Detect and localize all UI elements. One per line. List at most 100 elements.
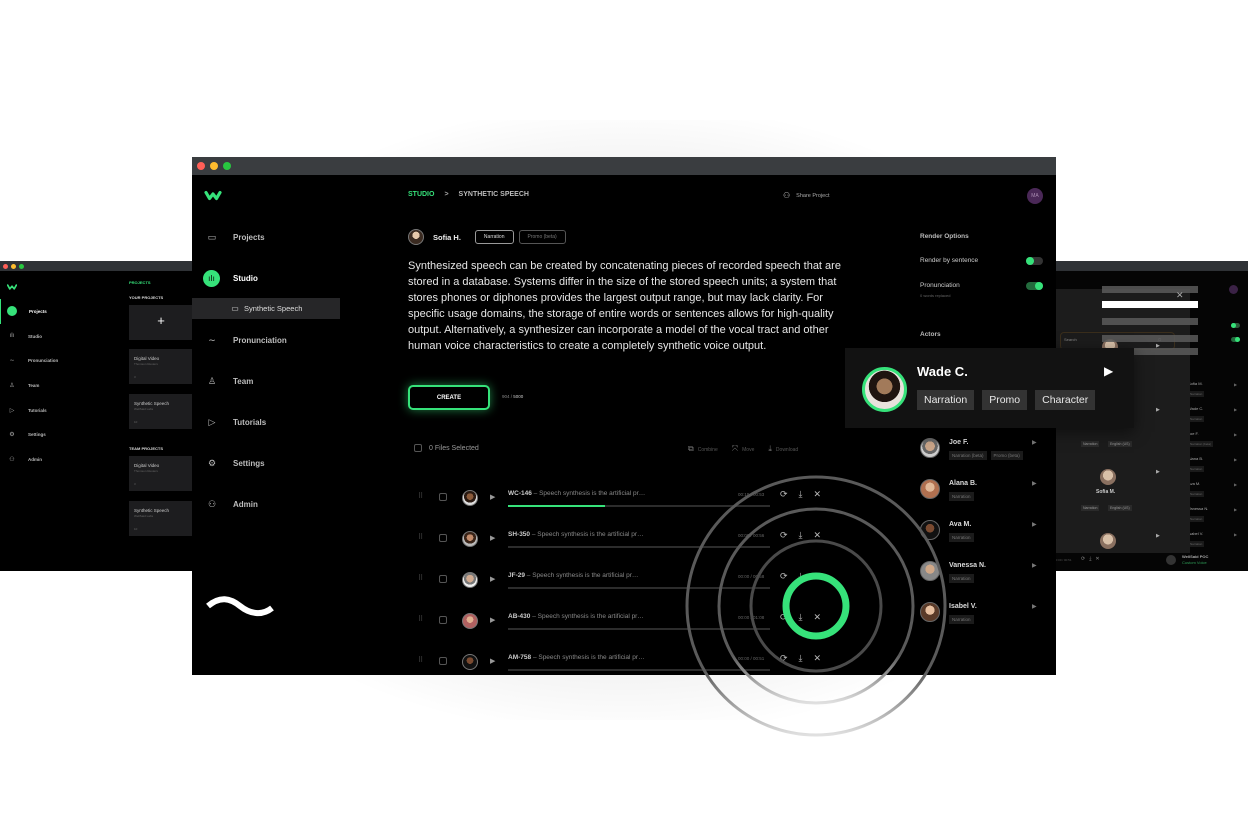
actor-row[interactable]: Vanessa N. ▶ Narration [920, 561, 1050, 601]
move-button[interactable]: ⤧ Move [732, 444, 755, 454]
download-icon[interactable]: ⤓ [799, 530, 803, 541]
download-icon[interactable]: ⤓ [799, 653, 803, 664]
tag-promo[interactable]: Promo [982, 390, 1028, 410]
delete-icon[interactable]: ✕ [814, 653, 822, 664]
sidebar-item-tutorials[interactable]: ▷ Tutorials [192, 402, 340, 443]
featured-actor-card[interactable]: Wade C. ▶ Narration Promo Character [845, 348, 1134, 428]
actor-row[interactable]: Joe F. ▶ Narration (beta) Promo (beta) [920, 438, 1050, 478]
track-checkbox[interactable] [439, 493, 447, 501]
play-icon[interactable]: ▶ [1032, 439, 1037, 446]
project-card[interactable]: Digital Video Thomson Reuters 3 [129, 349, 193, 384]
sidebar-item-pronunciation[interactable]: ∼ Pronunciation [192, 320, 340, 361]
track-checkbox[interactable] [439, 575, 447, 583]
track-progress[interactable] [508, 587, 770, 589]
sidebar-item-studio[interactable]: ıIı Studio [192, 258, 340, 299]
tag-narration[interactable]: Narration [917, 390, 975, 410]
download-icon[interactable]: ⤓ [799, 571, 803, 582]
drag-handle-icon[interactable]: ⠿ [418, 533, 423, 541]
sidebar-item-projects[interactable]: ▭ Projects [192, 217, 340, 258]
nav-item-tutorials[interactable]: ▷ Tutorials [0, 398, 120, 423]
play-icon[interactable]: ▶ [1032, 603, 1037, 610]
project-card[interactable]: Digital Video Thomson Reuters 3 [129, 456, 193, 491]
track-progress[interactable] [508, 546, 770, 548]
play-icon[interactable]: ▶ [1032, 521, 1037, 528]
minimize-dot[interactable] [210, 162, 218, 170]
sidebar-item-team[interactable]: ♙ Team [192, 361, 340, 402]
play-icon[interactable]: ▶ [1032, 480, 1037, 487]
project-card[interactable]: Synthetic Speech WellSaid Labs 10 [129, 501, 193, 536]
breadcrumb-studio[interactable]: STUDIO [408, 191, 434, 198]
play-icon[interactable]: ▶ [1234, 407, 1237, 412]
track-actions[interactable]: ⟳⤓✕ [1081, 556, 1104, 562]
regenerate-icon[interactable]: ⟳ [780, 571, 788, 582]
actor-row[interactable]: Ava M. ▶ Narration [920, 520, 1050, 560]
voice-avatar[interactable] [408, 229, 424, 245]
track-checkbox[interactable] [439, 534, 447, 542]
create-button[interactable]: CREATE [408, 385, 490, 410]
delete-icon[interactable]: ✕ [814, 530, 822, 541]
drag-handle-icon[interactable]: ⠿ [418, 574, 423, 582]
track-row[interactable]: ⠿ ▶ AB-430 – Speech synthesis is the artif… [418, 610, 838, 640]
play-icon[interactable]: ▶ [1234, 432, 1237, 437]
close-icon[interactable]: ✕ [1176, 290, 1184, 301]
tab-narration[interactable]: Narration [474, 230, 514, 244]
play-icon[interactable]: ▶ [1234, 482, 1237, 487]
nav-item-team[interactable]: ♙ Team [0, 373, 120, 398]
download-icon[interactable]: ⤓ [799, 612, 803, 623]
project-card[interactable]: Synthetic Speech WellSaid Labs 10 [129, 394, 193, 429]
play-icon[interactable]: ▶ [490, 657, 495, 665]
play-icon[interactable]: ▶ [1234, 457, 1237, 462]
play-icon[interactable]: ▶ [490, 575, 495, 583]
render-by-sentence-toggle[interactable] [1231, 323, 1240, 328]
pronunciation-toggle[interactable] [1026, 282, 1043, 290]
track-progress[interactable] [508, 505, 770, 507]
track-progress[interactable] [508, 669, 770, 671]
track-row[interactable]: ⠿ ▶ WC-146 – Speech synthesis is the artif… [418, 487, 838, 517]
drag-handle-icon[interactable]: ⠿ [418, 656, 423, 664]
track-checkbox[interactable] [439, 616, 447, 624]
add-project-button[interactable]: + [129, 305, 193, 340]
play-icon[interactable]: ▶ [1234, 532, 1237, 537]
minimize-dot[interactable] [11, 263, 16, 269]
play-icon[interactable]: ▶ [1156, 469, 1160, 475]
play-icon[interactable]: ▶ [1104, 364, 1113, 378]
track-row[interactable]: ⠿ ▶ JF-29 – Speech synthesis is the artifi… [418, 569, 838, 599]
download-icon[interactable]: ⤓ [799, 489, 803, 500]
nav-item-studio[interactable]: ıIı Studio [0, 324, 120, 349]
delete-icon[interactable]: ✕ [814, 489, 822, 500]
nav-item-admin[interactable]: ⚇ Admin [0, 447, 120, 472]
play-icon[interactable]: ▶ [1234, 382, 1237, 387]
sidebar-item-admin[interactable]: ⚇ Admin [192, 484, 340, 525]
nav-item-projects[interactable]: Projects [0, 299, 120, 324]
combine-button[interactable]: ⧉ Combine [688, 444, 718, 454]
regenerate-icon[interactable]: ⟳ [780, 653, 788, 664]
download-button[interactable]: ⤓ Download [768, 444, 798, 454]
regenerate-icon[interactable]: ⟳ [780, 489, 788, 500]
play-icon[interactable]: ▶ [1156, 407, 1160, 413]
script-textarea[interactable]: Synthesized speech can be created by con… [408, 258, 848, 354]
actor-row[interactable]: Alana B. ▶ Narration [920, 479, 1050, 519]
play-icon[interactable]: ▶ [1156, 533, 1160, 539]
pronunciation-toggle[interactable] [1231, 337, 1240, 342]
select-all-checkbox[interactable] [414, 444, 422, 452]
play-icon[interactable]: ▶ [1032, 562, 1037, 569]
render-by-sentence-toggle[interactable] [1026, 257, 1043, 265]
track-row[interactable]: ⠿ ▶ AM-758 – Speech synthesis is the artif… [418, 651, 838, 675]
logo-icon[interactable] [204, 190, 222, 201]
play-icon[interactable]: ▶ [490, 616, 495, 624]
user-avatar[interactable] [1229, 285, 1238, 294]
drag-handle-icon[interactable]: ⠿ [418, 615, 423, 623]
close-dot[interactable] [3, 263, 8, 269]
tag-character[interactable]: Character [1035, 390, 1096, 410]
breadcrumb[interactable]: PROJECTS [129, 280, 151, 285]
track-progress[interactable] [508, 628, 770, 630]
drag-handle-icon[interactable]: ⠿ [418, 492, 423, 500]
sidebar-subitem-synthetic-speech[interactable]: ▭ Synthetic Speech [192, 298, 340, 319]
track-row[interactable]: ⠿ ▶ SH-350 – Speech synthesis is the artif… [418, 528, 838, 558]
delete-icon[interactable]: ✕ [814, 612, 822, 623]
regenerate-icon[interactable]: ⟳ [780, 530, 788, 541]
maximize-dot[interactable] [223, 162, 231, 170]
maximize-dot[interactable] [19, 263, 24, 269]
tab-promo[interactable]: Promo (beta) [518, 230, 566, 244]
track-checkbox[interactable] [439, 657, 447, 665]
